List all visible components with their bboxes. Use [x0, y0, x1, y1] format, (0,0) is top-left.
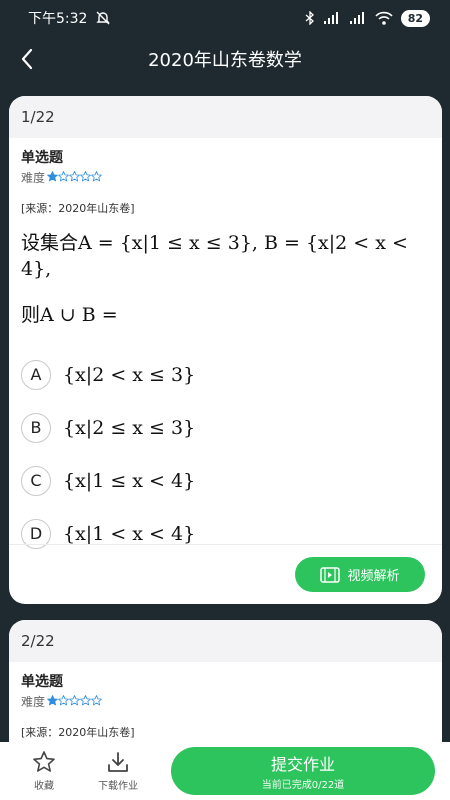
- status-bar: 下午5:32 82: [0, 0, 450, 36]
- star-empty-icon: [80, 170, 91, 181]
- option-b[interactable]: B {x|2 ≤ x ≤ 3}: [21, 401, 430, 454]
- option-c[interactable]: C {x|1 ≤ x < 4}: [21, 454, 430, 507]
- signal-icon-2: [349, 12, 364, 24]
- page-title: 2020年山东卷数学: [148, 50, 302, 71]
- option-text: {x|2 ≤ x ≤ 3}: [63, 416, 196, 439]
- star-empty-icon: [69, 170, 80, 181]
- star-empty-icon: [58, 694, 69, 705]
- difficulty-label: 难度: [21, 171, 46, 185]
- video-analysis-label: 视频解析: [347, 569, 400, 584]
- question-type: 单选题: [21, 674, 63, 690]
- difficulty-label: 难度: [21, 695, 46, 709]
- question-stem-continued: 则A ∪ B =: [21, 304, 118, 326]
- video-icon: [320, 566, 341, 583]
- option-text: {x|1 ≤ x < 4}: [63, 469, 196, 492]
- submit-label: 提交作业: [270, 755, 335, 774]
- difficulty-rating: 难度: [21, 169, 430, 186]
- wifi-icon: [375, 11, 393, 25]
- back-button[interactable]: [10, 42, 44, 76]
- progress-text: 当前已完成0/22道: [261, 780, 345, 791]
- star-empty-icon: [69, 694, 80, 705]
- option-text: {x|2 < x ≤ 3}: [63, 363, 196, 386]
- star-icon: [33, 751, 55, 772]
- chevron-left-icon: [21, 48, 33, 70]
- question-index: 1/22: [9, 96, 442, 138]
- bluetooth-icon: [305, 11, 314, 25]
- download-label: 下载作业: [98, 781, 138, 792]
- option-letter: C: [21, 465, 51, 496]
- download-icon: [108, 752, 128, 772]
- question-type: 单选题: [21, 150, 63, 166]
- option-a[interactable]: A {x|2 < x ≤ 3}: [21, 348, 430, 401]
- star-filled-icon: [47, 170, 58, 181]
- option-d[interactable]: D {x|1 < x < 4}: [21, 507, 430, 560]
- option-letter: A: [21, 359, 51, 390]
- difficulty-rating: 难度: [21, 693, 430, 710]
- option-list: A {x|2 < x ≤ 3} B {x|2 ≤ x ≤ 3} C {x|1 ≤…: [21, 348, 430, 560]
- status-time: 下午5:32: [28, 11, 88, 27]
- battery-indicator: 82: [400, 9, 430, 27]
- star-empty-icon: [58, 170, 69, 181]
- do-not-disturb-icon: [96, 11, 111, 25]
- question-source: [来源：2020年山东卷]: [21, 726, 135, 739]
- option-letter: B: [21, 412, 51, 443]
- download-button[interactable]: 下载作业: [81, 750, 155, 792]
- question-source: [来源：2020年山东卷]: [21, 202, 135, 215]
- bottom-toolbar: 收藏 下载作业 提交作业 当前已完成0/22道: [0, 742, 450, 800]
- option-text: {x|1 < x < 4}: [63, 522, 196, 545]
- star-filled-icon: [47, 694, 58, 705]
- question-index: 2/22: [9, 620, 442, 662]
- signal-icon: [323, 12, 338, 24]
- collect-button[interactable]: 收藏: [7, 750, 81, 792]
- difficulty-stars: [47, 170, 102, 185]
- star-empty-icon: [91, 694, 102, 705]
- star-empty-icon: [80, 694, 91, 705]
- submit-homework-button[interactable]: 提交作业 当前已完成0/22道: [171, 747, 435, 795]
- star-empty-icon: [91, 170, 102, 181]
- question-card: 1/22 单选题 难度 [来源：2020年山东卷] 设集合A = {x|1 ≤ …: [9, 96, 442, 604]
- question-stem: 设集合A = {x|1 ≤ x ≤ 3}, B = {x|2 < x < 4},: [21, 232, 408, 280]
- difficulty-stars: [47, 694, 102, 709]
- collect-label: 收藏: [34, 781, 54, 792]
- divider: [9, 544, 442, 545]
- app-header: 2020年山东卷数学: [0, 36, 450, 82]
- video-analysis-button[interactable]: 视频解析: [295, 557, 425, 592]
